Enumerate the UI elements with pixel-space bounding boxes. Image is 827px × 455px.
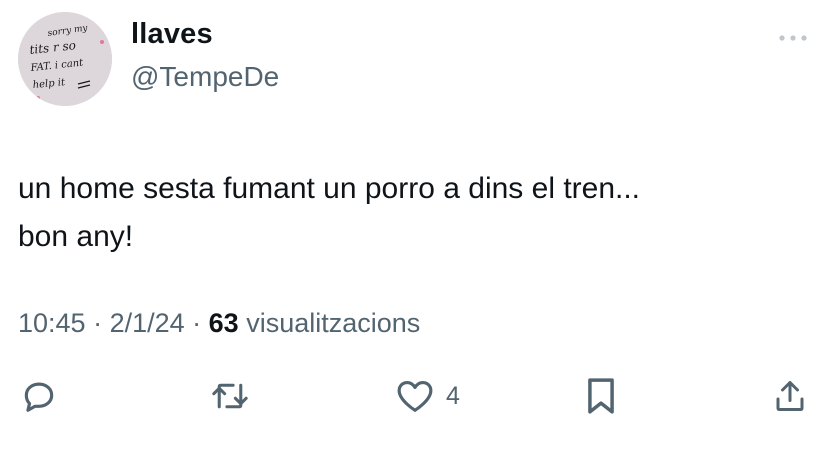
avatar-image: sorry my tits r so FAT. i cant help it [18,12,112,106]
bookmark-button[interactable] [585,376,617,416]
share-button[interactable] [772,376,808,416]
like-button[interactable]: 4 [396,376,460,416]
meta-separator: · [184,308,209,338]
avatar[interactable]: sorry my tits r so FAT. i cant help it [18,12,112,106]
retweet-icon [212,383,248,409]
reply-button[interactable] [20,376,58,416]
more-options-icon[interactable] [777,30,809,46]
tweet-text: un home sesta fumant un porro a dins el … [18,165,798,261]
heart-icon [397,380,433,412]
tweet-time[interactable]: 10:45 [18,308,86,338]
views-count[interactable]: 63 [209,308,239,338]
bookmark-icon [588,378,614,414]
tweet-card: sorry my tits r so FAT. i cant help it l… [0,0,827,455]
user-handle[interactable]: @TempeDe [131,61,279,93]
like-count: 4 [446,381,460,410]
tweet-text-line: un home sesta fumant un porro a dins el … [18,172,641,205]
retweet-button[interactable] [210,376,250,416]
tweet-date[interactable]: 2/1/24 [110,308,185,338]
meta-separator: · [85,308,110,338]
views-label[interactable]: visualitzacions [239,308,420,338]
share-icon [776,381,804,411]
display-name[interactable]: llaves [131,18,213,51]
tweet-text-line: bon any! [18,220,134,253]
reply-icon [24,382,54,412]
tweet-meta: 10:45 · 2/1/24 · 63 visualitzacions [18,308,420,339]
